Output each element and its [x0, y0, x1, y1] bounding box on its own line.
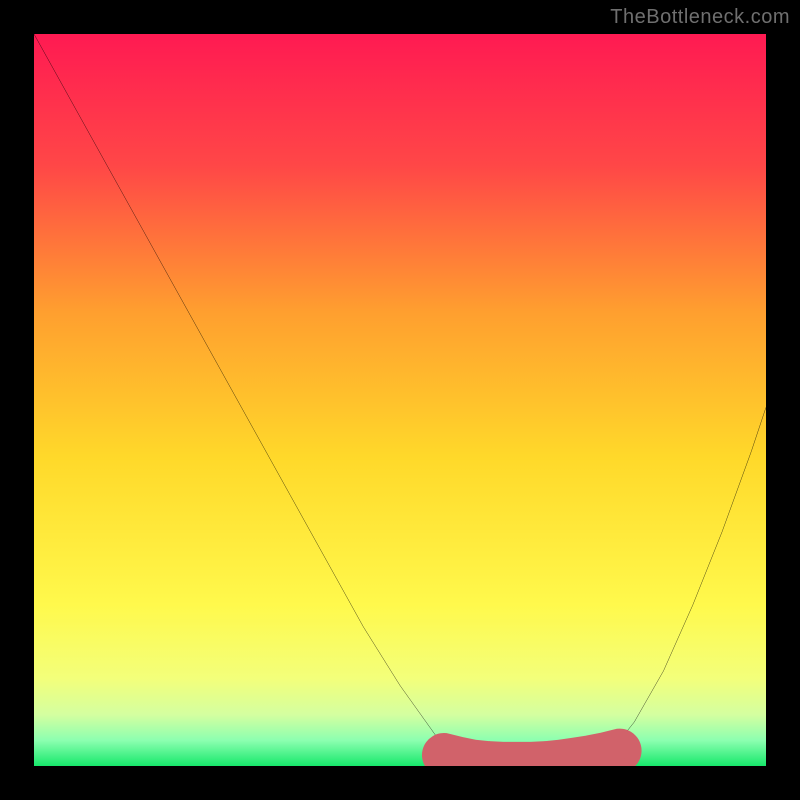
optimal-range-band [444, 751, 620, 764]
attribution-text: TheBottleneck.com [610, 6, 790, 29]
chart-frame: TheBottleneck.com [0, 0, 800, 800]
optimal-range-end-dot [610, 741, 629, 760]
gradient-background [34, 34, 766, 766]
plot-area [34, 34, 766, 766]
chart-svg [34, 34, 766, 766]
